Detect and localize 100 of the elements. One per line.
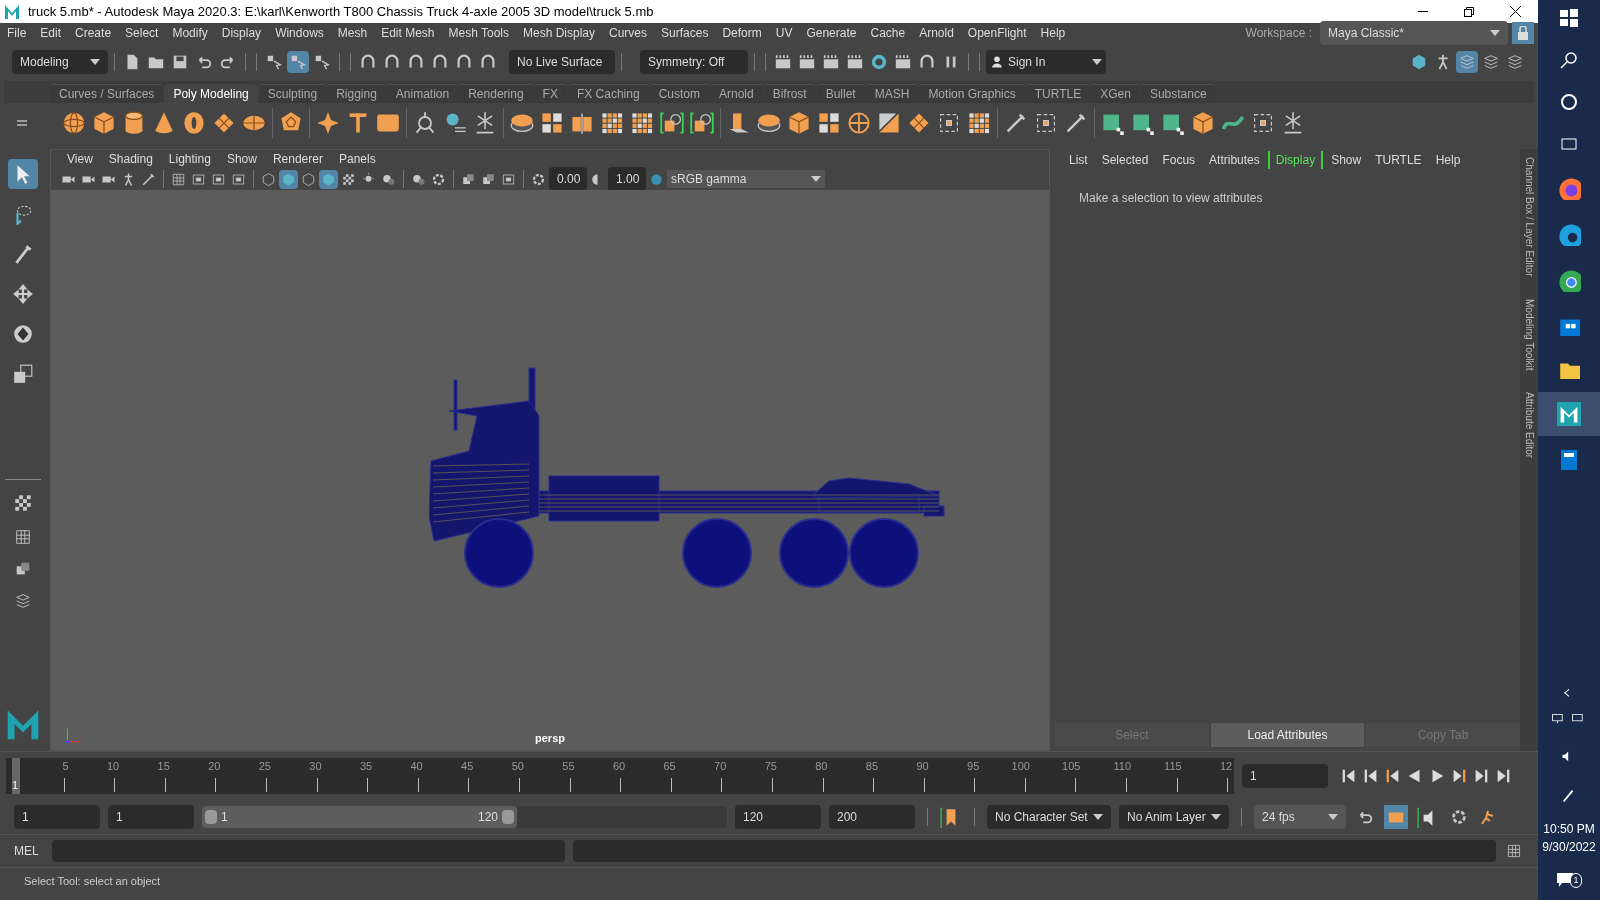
menu-item[interactable]: Mesh Tools [441, 24, 516, 42]
search-icon[interactable] [1559, 50, 1579, 70]
select-tool-icon[interactable] [8, 159, 38, 189]
attribute-menu-item[interactable]: TURTLE [1369, 151, 1428, 169]
menu-item[interactable]: Curves [602, 24, 655, 42]
live-surface-field[interactable]: No Live Surface [509, 50, 615, 74]
clock-date[interactable]: 9/30/2022 [1542, 838, 1596, 856]
cube-icon[interactable] [787, 111, 811, 135]
start-frame-field[interactable]: 1 [14, 804, 100, 829]
cylinder-icon[interactable] [122, 111, 146, 135]
current-frame-field[interactable]: 1 [1242, 763, 1328, 788]
browser-icon[interactable] [1557, 268, 1581, 292]
attribute-menu-item[interactable]: Focus [1156, 151, 1202, 169]
shelf-tab[interactable]: Rigging [327, 84, 386, 103]
viewport-menu-item[interactable]: Renderer [264, 150, 331, 168]
select-mode-icon[interactable] [287, 51, 309, 73]
frame-icon[interactable] [937, 111, 961, 135]
circle-icon[interactable] [1559, 92, 1579, 112]
attribute-menu-item[interactable]: List [1063, 151, 1094, 169]
gamma-field[interactable]: 1.00 [608, 167, 646, 191]
calculator-icon[interactable] [1559, 448, 1579, 470]
menu-item[interactable]: Cache [863, 24, 913, 42]
sign-in-dropdown[interactable]: Sign In [986, 50, 1106, 74]
viewport-menu-item[interactable]: Shading [100, 150, 161, 168]
shaded-box-icon[interactable] [279, 169, 298, 189]
pen-icon[interactable] [1004, 111, 1028, 135]
end-frame-field[interactable]: 200 [829, 804, 915, 829]
wheel-icon[interactable] [847, 111, 871, 135]
attribute-menu-item[interactable]: Selected [1095, 151, 1155, 169]
playback-start-field[interactable]: 1 [108, 804, 194, 829]
app-taskbar-item[interactable] [1538, 392, 1600, 436]
bevel-icon[interactable] [877, 111, 901, 135]
frame-icon[interactable] [1034, 111, 1058, 135]
plane-icon[interactable] [907, 111, 931, 135]
shelf-tab[interactable]: FX Caching [567, 84, 649, 103]
windows-start-icon[interactable] [1559, 8, 1579, 28]
torus-icon[interactable] [182, 111, 206, 135]
menu-item[interactable]: Help [1033, 24, 1073, 42]
menu-item[interactable]: Create [68, 24, 119, 42]
menu-item[interactable]: Surfaces [654, 24, 716, 42]
shelf-tab[interactable]: Rendering [459, 84, 533, 103]
workspace-dropdown[interactable]: Maya Classic* [1320, 21, 1508, 45]
menu-item[interactable]: Edit Mesh [374, 24, 442, 42]
grid-icon[interactable] [630, 111, 654, 135]
viewport-menu-item[interactable]: Panels [330, 150, 384, 168]
squares-icon[interactable] [540, 111, 564, 135]
cached-playback-icon[interactable] [1384, 804, 1408, 829]
side-tab[interactable]: Modeling Toolkit [1521, 298, 1537, 371]
command-language-label[interactable]: MEL [14, 842, 44, 860]
browser-icon[interactable] [1557, 222, 1581, 246]
menu-item[interactable]: Mesh [330, 24, 375, 42]
attribute-button[interactable]: Load Attributes [1210, 723, 1365, 747]
viewport-menu-item[interactable]: Show [218, 150, 265, 168]
menu-set-dropdown[interactable]: Modeling [12, 50, 108, 74]
menu-item[interactable]: File [0, 24, 34, 42]
menu-item[interactable]: Deform [715, 24, 769, 42]
shaded-box-icon[interactable] [319, 169, 338, 189]
side-tab[interactable]: Attribute Editor [1521, 392, 1537, 459]
bracket-icon[interactable] [660, 111, 684, 135]
layer-stack-icon[interactable] [1456, 51, 1478, 73]
time-slider[interactable]: 1 5 10 15 20 25 30 35 40 45 50 55 60 65 70 75 80 85 90 95 100 105 110 115 12 [6, 757, 1234, 794]
command-input-field[interactable] [52, 840, 565, 862]
exposure-field[interactable]: 0.00 [549, 167, 587, 191]
attribute-menu-item[interactable]: Attributes [1203, 151, 1266, 169]
cube-icon[interactable] [92, 111, 116, 135]
sphere-icon[interactable] [62, 111, 86, 135]
menu-icon[interactable] [16, 117, 28, 129]
color-space-dropdown[interactable]: sRGB gamma [667, 170, 825, 188]
menu-item[interactable]: Generate [799, 24, 864, 42]
viewport-canvas[interactable]: persp [51, 190, 1049, 750]
fps-dropdown[interactable]: 24 fps [1254, 804, 1346, 829]
bracket-icon[interactable] [690, 111, 714, 135]
menu-item[interactable]: Arnold [912, 24, 961, 42]
attribute-menu-item[interactable]: Show [1325, 151, 1368, 169]
menu-item[interactable]: Windows [268, 24, 331, 42]
cube-icon[interactable] [1191, 111, 1215, 135]
attribute-menu-item[interactable]: Display [1267, 151, 1324, 169]
range-slider-track[interactable]: 1 120 [202, 805, 727, 828]
playback-end-field[interactable]: 120 [735, 804, 821, 829]
pivot-icon[interactable] [413, 111, 437, 135]
clock-time[interactable]: 10:50 PM [1543, 820, 1595, 838]
grid-icon[interactable] [600, 111, 624, 135]
menu-item[interactable]: Modify [165, 24, 215, 42]
boxes-icon[interactable] [570, 111, 594, 135]
squares-icon[interactable] [817, 111, 841, 135]
symmetry-field[interactable]: Symmetry: Off [640, 50, 748, 74]
plane-icon[interactable] [212, 111, 236, 135]
browser-icon[interactable] [1557, 176, 1581, 200]
side-tab[interactable]: Channel Box / Layer Editor [1521, 157, 1537, 277]
menu-item[interactable]: Mesh Display [516, 24, 603, 42]
menu-item[interactable]: Display [214, 24, 269, 42]
viewport-menu-item[interactable]: View [59, 150, 101, 168]
menu-item[interactable]: Edit [33, 24, 69, 42]
shelf-tab[interactable]: Motion Graphics [919, 84, 1025, 103]
pen-icon[interactable] [1064, 111, 1088, 135]
menu-item[interactable]: UV [768, 24, 800, 42]
extrude-icon[interactable] [727, 111, 751, 135]
star-icon[interactable] [316, 111, 340, 135]
anim-layer-dropdown[interactable]: No Anim Layer [1119, 804, 1229, 829]
grid-icon[interactable] [967, 111, 991, 135]
